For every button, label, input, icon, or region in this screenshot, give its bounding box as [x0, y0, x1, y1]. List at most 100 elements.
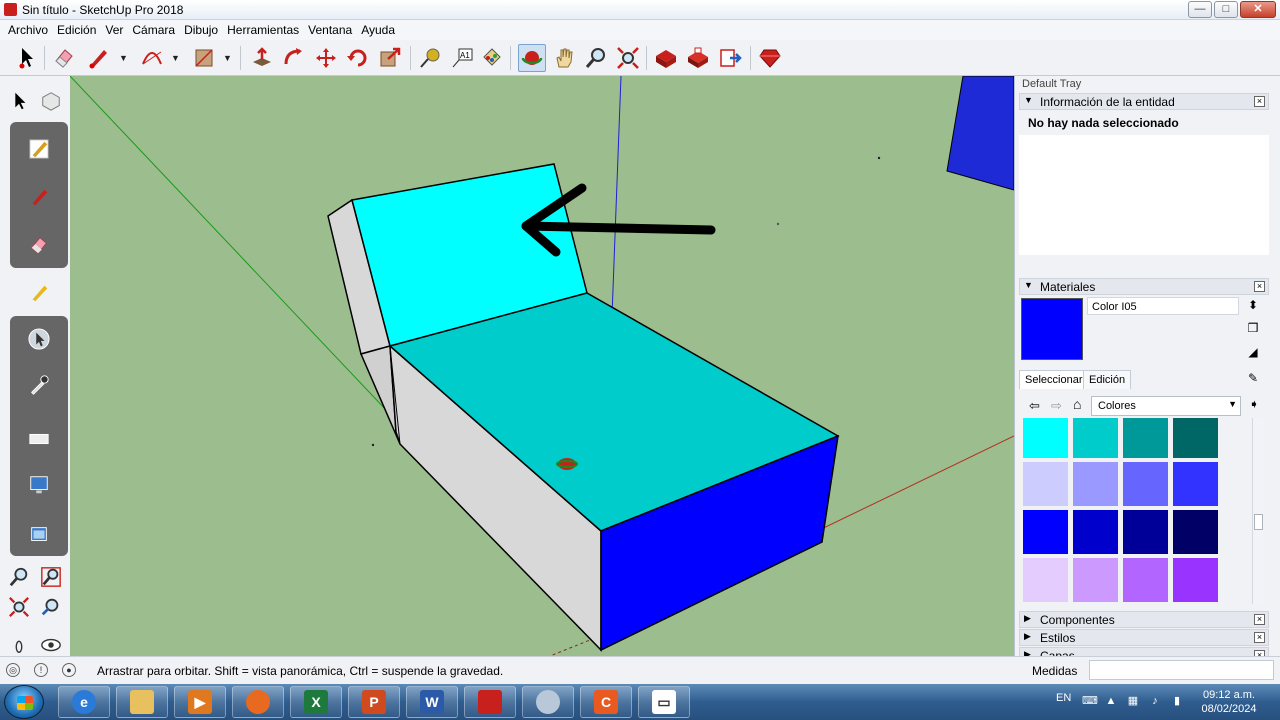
library-dropdown[interactable]: Colores ▼ [1091, 396, 1241, 416]
materials-header[interactable]: ▼ Materiales × [1019, 278, 1269, 295]
user-icon[interactable]: ● [62, 663, 76, 677]
select-tool-button[interactable] [12, 44, 40, 72]
color-swatch[interactable] [1073, 510, 1118, 554]
follow-me-tool-button[interactable] [280, 44, 308, 72]
taskbar-media-player[interactable]: ▶ [174, 686, 226, 718]
geolocation-icon[interactable]: ◎ [6, 663, 20, 677]
credits-icon[interactable]: ! [34, 663, 48, 677]
color-swatch[interactable] [1173, 462, 1218, 506]
taskbar-internet-explorer[interactable]: e [58, 686, 110, 718]
chevron-down-icon[interactable]: ▼ [223, 53, 232, 63]
color-swatch[interactable] [1173, 558, 1218, 602]
color-swatch[interactable] [1073, 462, 1118, 506]
color-swatch[interactable] [1073, 418, 1118, 458]
taskbar-word[interactable]: W [406, 686, 458, 718]
maximize-button[interactable]: □ [1214, 1, 1238, 18]
color-swatch[interactable] [1023, 418, 1068, 458]
close-icon[interactable]: × [1254, 96, 1265, 107]
line-tool-button[interactable] [84, 44, 112, 72]
home-icon[interactable]: ⌂ [1073, 396, 1081, 412]
sample-paint-icon[interactable]: ✎ [1245, 370, 1261, 386]
forward-arrow-icon[interactable]: ⇨ [1051, 398, 1062, 414]
taskbar-file-explorer[interactable] [116, 686, 168, 718]
send-to-layout-button[interactable] [716, 44, 744, 72]
expand-arrow-icon[interactable]: ▶ [1024, 613, 1031, 624]
taskbar-sketchup[interactable] [464, 686, 516, 718]
taskbar-excel[interactable]: X [290, 686, 342, 718]
menu-dibujo[interactable]: Dibujo [180, 20, 223, 40]
select-tool-left[interactable] [6, 88, 32, 114]
measurements-input[interactable] [1089, 660, 1274, 680]
chevron-down-icon[interactable]: ▼ [171, 53, 180, 63]
ruby-extension-button[interactable] [756, 44, 784, 72]
3d-viewport[interactable] [70, 76, 1014, 656]
tab-edicion[interactable]: Edición [1083, 370, 1132, 389]
current-material-swatch[interactable] [1021, 298, 1083, 360]
collapse-arrow-icon[interactable]: ▼ [1024, 280, 1033, 290]
expand-arrow-icon[interactable]: ▶ [1024, 631, 1031, 642]
network-icon[interactable]: ▦ [1126, 694, 1140, 708]
components-header[interactable]: ▶ Componentes × [1019, 611, 1269, 628]
previous-view-tool-left[interactable] [38, 594, 64, 620]
window-tool-left[interactable] [26, 522, 52, 548]
chevron-down-icon[interactable]: ▼ [119, 53, 128, 63]
zoom-extents-tool-left[interactable] [6, 594, 32, 620]
text-tool-button[interactable]: A1 [448, 44, 476, 72]
keyboard-tool-left[interactable] [26, 426, 52, 452]
taskbar-powerpoint[interactable]: P [348, 686, 400, 718]
color-swatch[interactable] [1023, 558, 1068, 602]
paint-tool-left[interactable] [26, 280, 52, 306]
3d-warehouse-button[interactable] [652, 44, 680, 72]
line-tool-left[interactable] [26, 136, 52, 162]
color-swatch[interactable] [1073, 558, 1118, 602]
back-arrow-icon[interactable]: ⇦ [1029, 398, 1040, 414]
details-arrow-icon[interactable]: ➧ [1249, 397, 1259, 411]
tape-measure-tool-button[interactable] [416, 44, 444, 72]
create-material-icon[interactable]: ❒ [1245, 320, 1261, 336]
minimize-button[interactable]: — [1188, 1, 1212, 18]
pan-tool-button[interactable] [550, 44, 578, 72]
volume-icon[interactable]: ♪ [1148, 694, 1162, 708]
color-swatch[interactable] [1123, 558, 1168, 602]
make-component-tool[interactable] [38, 88, 64, 114]
palette-scrollbar[interactable] [1252, 418, 1264, 604]
display-secondary-icon[interactable]: ⬍ [1245, 297, 1261, 313]
menu-ayuda[interactable]: Ayuda [357, 20, 400, 40]
close-icon[interactable]: × [1254, 614, 1265, 625]
screen-tool-left[interactable] [26, 472, 52, 498]
close-icon[interactable]: × [1254, 281, 1265, 292]
color-swatch[interactable] [1173, 418, 1218, 458]
menu-herramientas[interactable]: Herramientas [223, 20, 304, 40]
menu-edicion[interactable]: Edición [53, 20, 101, 40]
taskbar-sketchup-tool[interactable] [522, 686, 574, 718]
look-around-tool-left[interactable] [38, 632, 64, 658]
color-swatch[interactable] [1123, 418, 1168, 458]
arc-tool-button[interactable] [138, 44, 166, 72]
scale-tool-button[interactable] [376, 44, 404, 72]
material-name-field[interactable]: Color I05 [1087, 297, 1239, 315]
menu-camara[interactable]: Cámara [128, 20, 180, 40]
collapse-arrow-icon[interactable]: ▼ [1024, 95, 1033, 105]
keyboard-tray-icon[interactable]: ⌨ [1082, 694, 1098, 708]
start-button[interactable] [4, 685, 44, 719]
entity-info-header[interactable]: ▼ Información de la entidad × [1019, 93, 1269, 110]
sample-tool-left[interactable] [26, 372, 52, 398]
system-clock[interactable]: 09:12 a.m. 08/02/2024 [1196, 688, 1262, 716]
color-swatch[interactable] [1023, 462, 1068, 506]
paint-bucket-tool-button[interactable] [478, 44, 506, 72]
zoom-tool-left[interactable] [6, 564, 32, 590]
zoom-extents-tool-button[interactable] [614, 44, 642, 72]
move-tool-button[interactable] [312, 44, 340, 72]
taskbar-chat[interactable]: ▭ [638, 686, 690, 718]
show-hidden-icons[interactable]: ▲ [1104, 694, 1118, 708]
orbit-tool-button[interactable] [518, 44, 546, 72]
color-swatch[interactable] [1023, 510, 1068, 554]
color-swatch[interactable] [1123, 462, 1168, 506]
eraser-tool-button[interactable] [50, 44, 78, 72]
push-pull-tool-button[interactable] [248, 44, 276, 72]
shape-tool-button[interactable] [190, 44, 218, 72]
signal-icon[interactable]: ▮ [1170, 694, 1184, 708]
color-swatch[interactable] [1123, 510, 1168, 554]
menu-archivo[interactable]: Archivo [4, 20, 53, 40]
taskbar-firefox[interactable] [232, 686, 284, 718]
